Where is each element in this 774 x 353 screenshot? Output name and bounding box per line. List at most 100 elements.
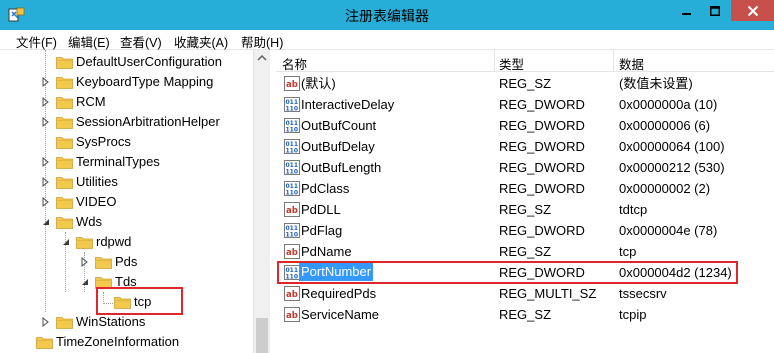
value-row-pdname[interactable]: ab PdName REG_SZ tcp	[276, 241, 774, 262]
value-name: OutBufDelay	[301, 139, 375, 154]
menu-file[interactable]: 文件(F)	[16, 32, 57, 51]
value-row-pddll[interactable]: ab PdDLL REG_SZ tdtcp	[276, 199, 774, 220]
expand-arrow-icon[interactable]	[40, 192, 52, 212]
value-type: REG_SZ	[499, 244, 552, 259]
tree-item-rcm[interactable]: RCM	[0, 92, 253, 112]
folder-icon	[56, 215, 73, 229]
expand-arrow-icon[interactable]	[40, 172, 52, 192]
tree-item-label: SessionArbitrationHelper	[76, 114, 220, 129]
tree-item-sysprocs[interactable]: SysProcs	[0, 132, 253, 152]
maximize-button[interactable]	[702, 0, 728, 21]
expand-arrow-icon[interactable]	[40, 312, 52, 332]
svg-text:110: 110	[286, 127, 299, 134]
svg-text:ab: ab	[286, 290, 298, 300]
collapse-arrow-icon[interactable]	[60, 232, 72, 252]
binary-value-icon: 011 110	[284, 118, 300, 134]
value-type: REG_DWORD	[499, 139, 585, 154]
collapse-arrow-icon[interactable]	[79, 272, 91, 292]
value-data: 0x00000064 (100)	[619, 139, 725, 154]
svg-text:110: 110	[286, 190, 299, 197]
tree-item-label: TerminalTypes	[76, 154, 160, 169]
tree-item-terminaltypes[interactable]: TerminalTypes	[0, 152, 253, 172]
expand-arrow-icon[interactable]	[40, 92, 52, 112]
highlight-box-portnumber	[277, 261, 738, 284]
tree-item-wds[interactable]: Wds	[0, 212, 253, 232]
value-name: OutBufCount	[301, 118, 377, 133]
title-bar: 注册表编辑器	[0, 0, 774, 30]
folder-icon	[56, 155, 73, 169]
value-row-[interactable]: ab (默认) REG_SZ (数值未设置)	[276, 73, 774, 94]
binary-value-icon: 011 110	[284, 97, 300, 113]
menu-view[interactable]: 查看(V)	[120, 32, 162, 51]
column-data-header[interactable]: 数据	[619, 54, 644, 73]
tree-item-defaultuserconfiguration[interactable]: DefaultUserConfiguration	[0, 52, 253, 72]
string-value-icon: ab	[284, 76, 300, 91]
expand-arrow-icon[interactable]	[79, 252, 91, 272]
tree-item-video[interactable]: VIDEO	[0, 192, 253, 212]
value-name: OutBufLength	[301, 160, 382, 175]
binary-value-icon: 011 110	[284, 160, 300, 176]
tree-item-rdpwd[interactable]: rdpwd	[0, 232, 253, 252]
value-row-pdflag[interactable]: 011 110 PdFlag REG_DWORD 0x0000004e (78)	[276, 220, 774, 241]
collapse-arrow-icon[interactable]	[40, 212, 52, 232]
menu-favorites[interactable]: 收藏夹(A)	[174, 32, 228, 51]
value-row-outbuflength[interactable]: 011 110 OutBufLength REG_DWORD 0x00000212 (5…	[276, 157, 774, 178]
tree-item-keyboardtype-mapping[interactable]: KeyboardType Mapping	[0, 72, 253, 92]
value-name: (默认)	[301, 76, 336, 91]
menu-bar: 文件(F) 编辑(E) 查看(V) 收藏夹(A) 帮助(H)	[0, 30, 774, 50]
value-row-outbufdelay[interactable]: 011 110 OutBufDelay REG_DWORD 0x00000064 (10…	[276, 136, 774, 157]
value-row-outbufcount[interactable]: 011 110 OutBufCount REG_DWORD 0x00000006 (6)	[276, 115, 774, 136]
folder-icon	[56, 55, 73, 69]
tree-scrollbar[interactable]	[253, 50, 270, 353]
tree-item-utilities[interactable]: Utilities	[0, 172, 253, 192]
values-list[interactable]: 名称 类型 数据 ab (默认) REG_SZ (数值未设置) 011 110 Intera…	[276, 50, 774, 353]
column-name-header[interactable]: 名称	[282, 54, 307, 73]
binary-value-icon: 011 110	[284, 181, 300, 197]
value-row-pdclass[interactable]: 011 110 PdClass REG_DWORD 0x00000002 (2)	[276, 178, 774, 199]
value-data: (数值未设置)	[619, 76, 693, 91]
tree-item-label: KeyboardType Mapping	[76, 74, 214, 89]
value-row-servicename[interactable]: ab ServiceName REG_SZ tcpip	[276, 304, 774, 325]
minimize-button[interactable]	[674, 0, 700, 21]
tree-item-label: rdpwd	[96, 234, 132, 249]
tree-item-label: RCM	[76, 94, 106, 109]
folder-icon	[95, 255, 112, 269]
value-data: tdtcp	[619, 202, 648, 217]
tree-item-label: WinStations	[76, 314, 146, 329]
value-data: 0x0000000a (10)	[619, 97, 718, 112]
binary-value-icon: 011 110	[284, 223, 300, 239]
value-data: 0x00000002 (2)	[619, 181, 711, 196]
svg-text:110: 110	[286, 148, 299, 155]
tree-item-timezoneinformation[interactable]: TimeZoneInformation	[0, 332, 253, 352]
column-separator[interactable]	[613, 50, 614, 72]
value-data: 0x00000212 (530)	[619, 160, 725, 175]
menu-edit[interactable]: 编辑(E)	[68, 32, 110, 51]
value-type: REG_SZ	[499, 76, 552, 91]
value-row-requiredpds[interactable]: ab RequiredPds REG_MULTI_SZ tssecsrv	[276, 283, 774, 304]
scrollbar-thumb[interactable]	[256, 318, 268, 353]
tree-item-pds[interactable]: Pds	[0, 252, 253, 272]
close-icon	[747, 5, 758, 16]
expand-arrow-icon[interactable]	[40, 72, 52, 92]
value-row-interactivedelay[interactable]: 011 110 InteractiveDelay REG_DWORD 0x0000000…	[276, 94, 774, 115]
expand-arrow-icon[interactable]	[40, 112, 52, 132]
highlight-box-tcp	[96, 287, 183, 315]
menu-help[interactable]: 帮助(H)	[241, 32, 283, 51]
folder-icon	[76, 235, 93, 249]
column-type-header[interactable]: 类型	[499, 54, 524, 73]
expand-arrow-icon[interactable]	[40, 152, 52, 172]
value-name: PdDLL	[301, 202, 341, 217]
tree-item-winstations[interactable]: WinStations	[0, 312, 253, 332]
tree-item-sessionarbitrationhelper[interactable]: SessionArbitrationHelper	[0, 112, 253, 132]
folder-icon	[56, 75, 73, 89]
tree-item-label: Wds	[76, 214, 102, 229]
scroll-up-icon[interactable]	[254, 50, 270, 67]
value-type: REG_SZ	[499, 202, 552, 217]
string-value-icon: ab	[284, 307, 300, 322]
tree-item-label: TimeZoneInformation	[56, 334, 180, 349]
close-button[interactable]	[731, 0, 774, 21]
tree-item-label: DefaultUserConfiguration	[76, 54, 222, 69]
string-value-icon: ab	[284, 286, 300, 301]
column-separator[interactable]	[494, 50, 495, 72]
svg-text:ab: ab	[286, 206, 298, 216]
